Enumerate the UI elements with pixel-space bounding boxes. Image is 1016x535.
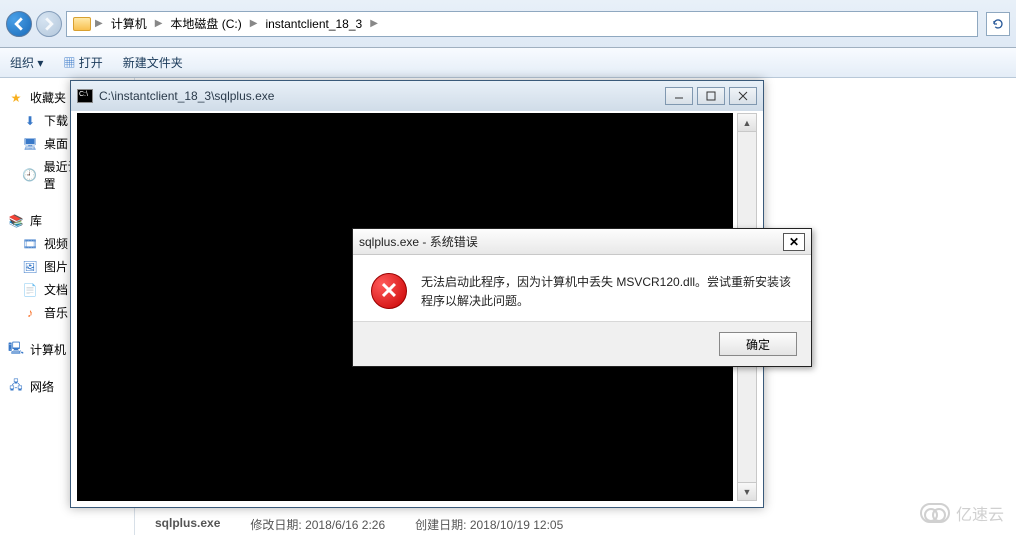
close-icon: ✕	[789, 235, 799, 249]
watermark: 亿速云	[920, 501, 1004, 525]
chevron-right-icon: ▶	[250, 18, 258, 29]
computer-icon: 🖳	[8, 342, 24, 358]
maximize-button[interactable]	[697, 87, 725, 105]
refresh-button[interactable]	[986, 12, 1010, 36]
dialog-titlebar[interactable]: sqlplus.exe - 系统错误 ✕	[353, 229, 811, 255]
watermark-text: 亿速云	[956, 501, 1004, 525]
refresh-icon	[992, 18, 1004, 30]
breadcrumb-label: 本地磁盘 (C:)	[170, 15, 241, 32]
library-icon: 📚	[8, 213, 24, 229]
desktop-icon: 🖥	[22, 136, 38, 152]
maximize-icon	[706, 91, 716, 101]
breadcrumb-drive[interactable]: 本地磁盘 (C:)	[166, 12, 245, 36]
console-titlebar[interactable]: C:\instantclient_18_3\sqlplus.exe	[71, 81, 763, 111]
star-icon: ★	[8, 90, 24, 106]
error-icon: ✕	[371, 273, 407, 309]
breadcrumb-label: 计算机	[111, 15, 147, 32]
recent-icon: 🕘	[22, 167, 38, 183]
address-bar[interactable]: ▶ 计算机 ▶ 本地磁盘 (C:) ▶ instantclient_18_3 ▶	[66, 11, 978, 37]
command-bar: 组织 ▾ ▦ 打开 新建文件夹	[0, 48, 1016, 78]
explorer-titlebar: ▶ 计算机 ▶ 本地磁盘 (C:) ▶ instantclient_18_3 ▶	[0, 0, 1016, 48]
nav-forward-button[interactable]	[36, 11, 62, 37]
minimize-icon	[674, 91, 684, 101]
console-title: C:\instantclient_18_3\sqlplus.exe	[99, 89, 659, 103]
cmd-organize[interactable]: 组织 ▾	[10, 54, 43, 71]
dialog-message: 无法启动此程序，因为计算机中丢失 MSVCR120.dll。尝试重新安装该程序以…	[421, 273, 793, 311]
console-icon	[77, 89, 93, 103]
ok-button[interactable]: 确定	[719, 332, 797, 356]
dialog-footer: 确定	[353, 321, 811, 366]
music-icon: ♪	[22, 305, 38, 321]
scroll-down-button[interactable]: ▼	[738, 482, 756, 500]
minimize-button[interactable]	[665, 87, 693, 105]
breadcrumb-computer[interactable]: 计算机	[107, 12, 151, 36]
picture-icon: 🖼	[22, 259, 38, 275]
dialog-body: ✕ 无法启动此程序，因为计算机中丢失 MSVCR120.dll。尝试重新安装该程…	[353, 255, 811, 321]
video-icon: 🎞	[22, 236, 38, 252]
details-pane: sqlplus.exe 修改日期: 2018/6/16 2:26 创建日期: 2…	[155, 516, 1016, 533]
document-icon: 📄	[22, 282, 38, 298]
chevron-right-icon: ▶	[95, 18, 103, 29]
chevron-right-icon: ▶	[370, 18, 378, 29]
dialog-close-button[interactable]: ✕	[783, 233, 805, 251]
scroll-up-button[interactable]: ▲	[738, 114, 756, 132]
close-button[interactable]	[729, 87, 757, 105]
download-icon: ⬇	[22, 113, 38, 129]
arrow-left-icon	[12, 17, 26, 31]
breadcrumb-folder[interactable]: instantclient_18_3	[261, 12, 366, 36]
dialog-title: sqlplus.exe - 系统错误	[359, 233, 783, 250]
network-icon: 🖧	[8, 379, 24, 395]
folder-icon	[73, 17, 91, 31]
arrow-right-icon	[42, 17, 56, 31]
chevron-right-icon: ▶	[155, 18, 163, 29]
error-dialog: sqlplus.exe - 系统错误 ✕ ✕ 无法启动此程序，因为计算机中丢失 …	[352, 228, 812, 367]
selected-file-name: sqlplus.exe	[155, 516, 220, 533]
breadcrumb-label: instantclient_18_3	[265, 17, 362, 31]
cmd-new-folder[interactable]: 新建文件夹	[123, 54, 183, 71]
close-icon	[738, 91, 748, 101]
nav-back-button[interactable]	[6, 11, 32, 37]
cmd-open[interactable]: ▦ 打开	[63, 54, 102, 71]
watermark-icon	[920, 503, 950, 523]
